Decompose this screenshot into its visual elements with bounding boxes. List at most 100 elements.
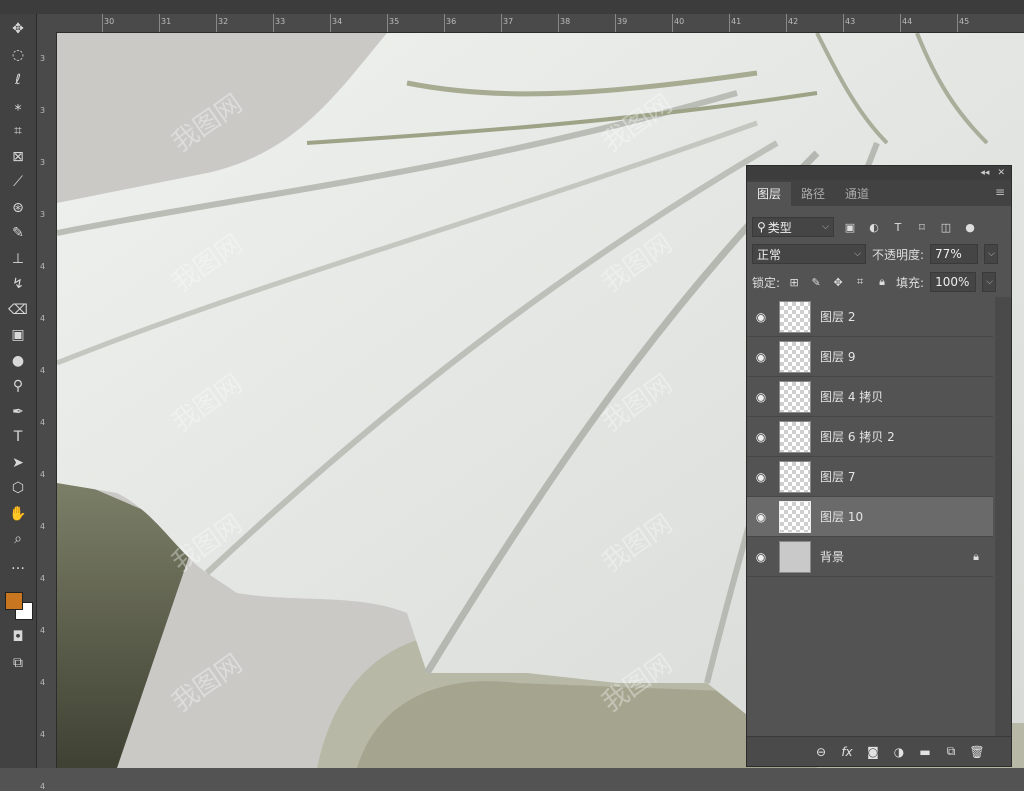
patch-tool-icon[interactable]: ⊛	[4, 197, 32, 219]
ruler-tick	[102, 14, 103, 32]
ruler-tick-label: 4	[40, 366, 46, 375]
blend-row: 正常 ⌵ 不透明度: 77% ⌵	[747, 243, 1016, 265]
adjustment-layer-filter-icon[interactable]: ◐	[866, 219, 882, 235]
filter-kind-label: 类型	[767, 220, 792, 235]
gradient-tool-icon[interactable]: ▣	[4, 324, 32, 346]
type-tool-icon[interactable]: T	[4, 426, 32, 448]
layers-scrollbar[interactable]	[995, 297, 1011, 737]
ruler-tick-label: 4	[40, 262, 46, 271]
path-selection-tool-icon[interactable]: ➤	[4, 452, 32, 474]
lock-transparent-icon[interactable]: ⊞	[786, 274, 802, 290]
visibility-eye-icon[interactable]: ◉	[747, 430, 775, 444]
ruler-tick	[672, 14, 673, 32]
lock-label: 锁定:	[752, 275, 781, 290]
layer-row[interactable]: ◉ 图层 2	[747, 297, 993, 337]
move-tool-icon[interactable]: ✥	[4, 18, 32, 40]
visibility-eye-icon[interactable]: ◉	[747, 510, 775, 524]
ruler-tick-label: 38	[560, 17, 571, 26]
quick-mask-icon[interactable]: ◘	[4, 626, 32, 648]
filter-toggle-icon[interactable]: ●	[962, 219, 978, 235]
lock-row: 锁定: ⊞ ✎ ✥ ⌗ 🔒︎ 填充: 100% ⌵	[747, 271, 1016, 293]
ruler-tick	[729, 14, 730, 32]
filter-kind-select[interactable]: ⚲ 类型 ⌵	[752, 217, 834, 237]
pixel-layer-filter-icon[interactable]: ▣	[842, 219, 858, 235]
close-icon[interactable]: ✕	[997, 168, 1005, 178]
stamp-tool-icon[interactable]: ⊥	[4, 248, 32, 270]
lasso-tool-icon[interactable]: ℓ	[4, 69, 32, 91]
trash-icon[interactable]: 🗑︎	[969, 744, 985, 760]
panel-titlebar: ◂◂ ✕	[747, 166, 1011, 180]
opacity-value: 77%	[935, 247, 962, 261]
link-layers-icon[interactable]: ⊖	[813, 744, 829, 760]
visibility-eye-icon[interactable]: ◉	[747, 350, 775, 364]
color-swatches[interactable]	[5, 592, 33, 620]
layer-thumbnail	[779, 420, 811, 453]
tab-channels[interactable]: 通道	[835, 182, 879, 206]
magic-wand-tool-icon[interactable]: ⁎	[4, 95, 32, 117]
blur-tool-icon[interactable]: ●	[4, 350, 32, 372]
history-brush-tool-icon[interactable]: ↯	[4, 273, 32, 295]
layer-style-fx-icon[interactable]: fx	[839, 744, 855, 760]
adjustment-layer-icon[interactable]: ◑	[891, 744, 907, 760]
ruler-tick	[216, 14, 217, 32]
fill-dropdown-icon[interactable]: ⌵	[982, 272, 997, 292]
hand-tool-icon[interactable]: ✋	[4, 503, 32, 525]
screen-mode-icon[interactable]: ⧉	[4, 652, 32, 674]
lock-image-icon[interactable]: ✎	[808, 274, 824, 290]
opacity-dropdown-icon[interactable]: ⌵	[984, 244, 999, 264]
ruler-tick-label: 3	[40, 54, 46, 63]
ruler-tick	[558, 14, 559, 32]
visibility-eye-icon[interactable]: ◉	[747, 550, 775, 564]
new-group-folder-icon[interactable]: ▬	[917, 744, 933, 760]
ruler-tick-label: 41	[731, 17, 742, 26]
type-layer-filter-icon[interactable]: T	[890, 219, 906, 235]
eyedropper-tool-icon[interactable]: ⟋	[4, 171, 32, 193]
foreground-color-swatch[interactable]	[5, 592, 23, 610]
lock-artboard-icon[interactable]: ⌗	[852, 274, 868, 290]
ruler-tick-label: 39	[617, 17, 628, 26]
tab-layers[interactable]: 图层	[747, 182, 792, 206]
visibility-eye-icon[interactable]: ◉	[747, 390, 775, 404]
panel-tabs: 图层 路径 通道 ≡	[747, 180, 1011, 206]
marquee-tool-icon[interactable]: ◌	[4, 44, 32, 66]
lock-icon[interactable]: 🔒︎	[973, 550, 979, 564]
ruler-tick-label: 4	[40, 678, 46, 687]
eraser-tool-icon[interactable]: ⌫	[4, 299, 32, 321]
blend-mode-select[interactable]: 正常 ⌵	[752, 244, 866, 264]
tab-paths[interactable]: 路径	[791, 182, 835, 206]
pen-tool-icon[interactable]: ✒	[4, 401, 32, 423]
add-mask-icon[interactable]: ◙	[865, 744, 881, 760]
fill-field[interactable]: 100%	[930, 272, 977, 292]
layer-row[interactable]: ◉ 图层 6 拷贝 2	[747, 417, 993, 457]
smart-object-filter-icon[interactable]: ◫	[938, 219, 954, 235]
more-tools-icon[interactable]: …	[4, 554, 32, 576]
brush-tool-icon[interactable]: ✎	[4, 222, 32, 244]
layer-name: 图层 2	[820, 310, 856, 324]
shape-tool-icon[interactable]: ⬡	[4, 477, 32, 499]
zoom-tool-icon[interactable]: ⌕	[4, 528, 32, 550]
lock-all-icon[interactable]: 🔒︎	[874, 274, 890, 290]
lock-position-icon[interactable]: ✥	[830, 274, 846, 290]
opacity-field[interactable]: 77%	[930, 244, 979, 264]
shape-layer-filter-icon[interactable]: ⌑	[914, 219, 930, 235]
visibility-eye-icon[interactable]: ◉	[747, 310, 775, 324]
visibility-eye-icon[interactable]: ◉	[747, 470, 775, 484]
ruler-tick	[159, 14, 160, 32]
layer-row[interactable]: ◉ 背景 🔒︎	[747, 537, 993, 577]
search-icon: ⚲	[757, 220, 766, 234]
layer-row[interactable]: ◉ 图层 7	[747, 457, 993, 497]
new-layer-icon[interactable]: ⧉	[943, 744, 959, 760]
ruler-tick-label: 44	[902, 17, 913, 26]
layer-row[interactable]: ◉ 图层 4 拷贝	[747, 377, 993, 417]
layer-name: 图层 10	[820, 510, 864, 524]
collapse-icon[interactable]: ◂◂	[980, 168, 989, 178]
layer-row[interactable]: ◉ 图层 9	[747, 337, 993, 377]
crop-tool-icon[interactable]: ⌗	[4, 120, 32, 142]
panel-menu-icon[interactable]: ≡	[995, 185, 1005, 199]
ruler-tick	[900, 14, 901, 32]
layer-thumbnail	[779, 340, 811, 373]
layer-name: 图层 7	[820, 470, 856, 484]
layer-row-selected[interactable]: ◉ 图层 10	[747, 497, 993, 537]
dodge-tool-icon[interactable]: ⚲	[4, 375, 32, 397]
frame-tool-icon[interactable]: ⊠	[4, 146, 32, 168]
